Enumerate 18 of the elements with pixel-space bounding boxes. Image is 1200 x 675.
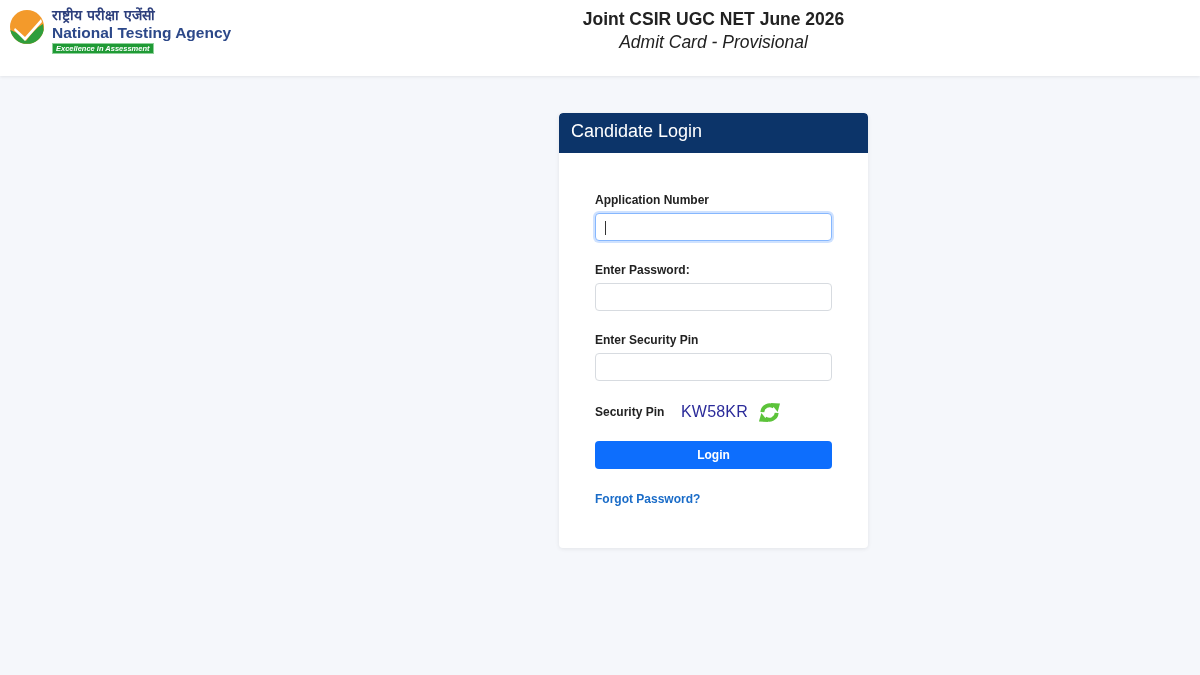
forgot-password-link[interactable]: Forgot Password? xyxy=(595,492,701,506)
login-button[interactable]: Login xyxy=(595,441,832,469)
agency-name: National Testing Agency xyxy=(52,24,232,42)
text-cursor-icon xyxy=(605,221,606,235)
input-field[interactable] xyxy=(595,353,832,381)
security-pin-code: KW58KR xyxy=(681,403,748,421)
field-label: Enter Security Pin xyxy=(595,332,700,348)
card-header: Candidate Login xyxy=(559,113,868,153)
field-label: Application Number xyxy=(595,192,710,208)
field-label: Enter Password: xyxy=(595,262,691,278)
input-field[interactable] xyxy=(595,283,832,311)
agency-hindi-name: राष्ट्रीय परीक्षा एजेंसी xyxy=(52,7,155,24)
refresh-icon[interactable] xyxy=(758,400,781,424)
security-pin-label: Security Pin xyxy=(595,405,666,419)
input-field[interactable] xyxy=(595,213,832,241)
page-subtitle: Admit Card - Provisional xyxy=(619,31,808,54)
page-title: Joint CSIR UGC NET June 2026 xyxy=(582,8,845,30)
checkmark-logo-icon xyxy=(10,10,44,44)
